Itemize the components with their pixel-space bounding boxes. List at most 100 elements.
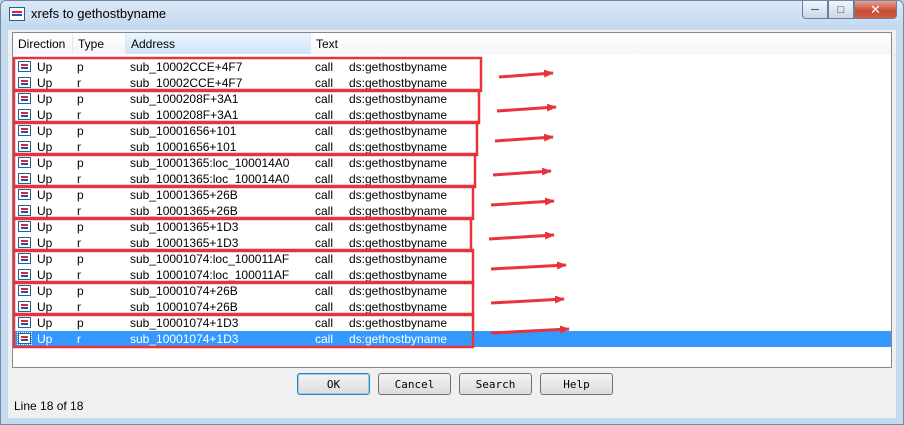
instruction-cell: call <box>315 124 334 138</box>
operand-cell: ds:gethostbyname <box>349 156 448 170</box>
table-row[interactable]: Up p sub_10001074+26B call ds:gethostbyname <box>13 283 891 299</box>
xref-row-icon <box>18 109 31 120</box>
xref-row-icon <box>18 157 31 168</box>
column-direction[interactable]: Direction <box>13 33 73 54</box>
operand-cell: ds:gethostbyname <box>349 76 448 90</box>
operand-cell: ds:gethostbyname <box>349 220 448 234</box>
minimize-button[interactable]: ─ <box>802 1 828 19</box>
xref-row-icon <box>18 301 31 312</box>
table-row[interactable]: Up p sub_10001656+101 call ds:gethostbyname <box>13 123 891 139</box>
operand-cell: ds:gethostbyname <box>349 300 448 314</box>
instruction-cell: call <box>315 268 334 282</box>
operand-cell: ds:gethostbyname <box>349 252 448 266</box>
direction-cell: Up <box>37 332 53 346</box>
table-row[interactable]: Up r sub_10001365+1D3 call ds:gethostbyname <box>13 235 891 251</box>
maximize-button[interactable]: □ <box>828 1 854 19</box>
instruction-cell: call <box>315 332 334 346</box>
address-cell: sub_10001074:loc_100011AF <box>130 268 290 282</box>
address-cell: sub_10001074:loc_100011AF <box>130 252 290 266</box>
type-cell: p <box>77 316 84 330</box>
dialog-body: Direction Type Address Text Up p sub_10002… <box>8 30 896 418</box>
xref-row-icon <box>18 77 31 88</box>
xref-row-icon <box>18 125 31 136</box>
direction-cell: Up <box>37 156 53 170</box>
direction-cell: Up <box>37 284 53 298</box>
xref-row-icon <box>18 173 31 184</box>
column-address[interactable]: Address <box>126 33 311 54</box>
table-row[interactable]: Up r sub_10001656+101 call ds:gethostbyname <box>13 139 891 155</box>
instruction-cell: call <box>315 76 334 90</box>
instruction-cell: call <box>315 172 334 186</box>
direction-cell: Up <box>37 140 53 154</box>
address-cell: sub_10001365+26B <box>130 188 238 202</box>
direction-cell: Up <box>37 252 53 266</box>
address-cell: sub_10001365+1D3 <box>130 236 239 250</box>
address-cell: sub_10001074+26B <box>130 300 238 314</box>
instruction-cell: call <box>315 204 334 218</box>
cancel-button[interactable]: Cancel <box>378 373 451 395</box>
search-button[interactable]: Search <box>459 373 532 395</box>
address-cell: sub_10001074+1D3 <box>130 332 239 346</box>
direction-cell: Up <box>37 236 53 250</box>
type-cell: r <box>77 172 81 186</box>
address-cell: sub_1000208F+3A1 <box>130 108 239 122</box>
table-row[interactable]: Up r sub_10001074+1D3 call ds:gethostbyname <box>13 331 891 347</box>
type-cell: p <box>77 188 84 202</box>
column-text[interactable]: Text <box>311 33 891 54</box>
operand-cell: ds:gethostbyname <box>349 124 448 138</box>
direction-cell: Up <box>37 76 53 90</box>
instruction-cell: call <box>315 108 334 122</box>
xref-rows: Up p sub_10002CCE+4F7 call ds:gethostbyname U… <box>13 59 891 347</box>
column-type[interactable]: Type <box>73 33 126 54</box>
address-cell: sub_10002CCE+4F7 <box>130 60 243 74</box>
address-cell: sub_10001365:loc_100014A0 <box>130 156 290 170</box>
table-row[interactable]: Up p sub_10002CCE+4F7 call ds:gethostbyname <box>13 59 891 75</box>
table-row[interactable]: Up p sub_10001074:loc_100011AF call ds:getho… <box>13 251 891 267</box>
direction-cell: Up <box>37 220 53 234</box>
table-row[interactable]: Up p sub_1000208F+3A1 call ds:gethostbyname <box>13 91 891 107</box>
xref-row-icon <box>18 141 31 152</box>
type-cell: r <box>77 140 81 154</box>
table-row[interactable]: Up p sub_10001365:loc_100014A0 call ds:getho… <box>13 155 891 171</box>
table-row[interactable]: Up p sub_10001365+26B call ds:gethostbyname <box>13 187 891 203</box>
help-button[interactable]: Help <box>540 373 613 395</box>
table-row[interactable]: Up r sub_10001074:loc_100011AF call ds:getho… <box>13 267 891 283</box>
address-cell: sub_10001365+1D3 <box>130 220 239 234</box>
table-row[interactable]: Up p sub_10001365+1D3 call ds:gethostbyname <box>13 219 891 235</box>
type-cell: r <box>77 204 81 218</box>
xrefs-window-icon <box>9 7 25 21</box>
type-cell: r <box>77 268 81 282</box>
address-cell: sub_10001365+26B <box>130 204 238 218</box>
xrefs-dialog: xrefs to gethostbyname ─ □ ✕ Direction T… <box>0 0 904 425</box>
table-row[interactable]: Up r sub_10001365+26B call ds:gethostbyname <box>13 203 891 219</box>
close-icon: ✕ <box>870 1 881 17</box>
minimize-icon: ─ <box>811 3 819 16</box>
type-cell: p <box>77 252 84 266</box>
operand-cell: ds:gethostbyname <box>349 92 448 106</box>
xref-list[interactable]: Direction Type Address Text Up p sub_10002… <box>12 32 892 368</box>
direction-cell: Up <box>37 60 53 74</box>
operand-cell: ds:gethostbyname <box>349 60 448 74</box>
xref-row-icon <box>18 317 31 328</box>
type-cell: p <box>77 156 84 170</box>
table-row[interactable]: Up r sub_1000208F+3A1 call ds:gethostbyname <box>13 107 891 123</box>
instruction-cell: call <box>315 316 334 330</box>
ok-button[interactable]: OK <box>297 373 370 395</box>
close-button[interactable]: ✕ <box>854 1 897 19</box>
instruction-cell: call <box>315 92 334 106</box>
table-row[interactable]: Up r sub_10002CCE+4F7 call ds:gethostbyname <box>13 75 891 91</box>
direction-cell: Up <box>37 124 53 138</box>
status-line: Line 18 of 18 <box>14 399 84 413</box>
instruction-cell: call <box>315 284 334 298</box>
title-bar[interactable]: xrefs to gethostbyname ─ □ ✕ <box>1 1 903 27</box>
window-controls: ─ □ ✕ <box>802 1 897 19</box>
address-cell: sub_10001656+101 <box>130 124 237 138</box>
direction-cell: Up <box>37 172 53 186</box>
instruction-cell: call <box>315 156 334 170</box>
operand-cell: ds:gethostbyname <box>349 236 448 250</box>
direction-cell: Up <box>37 300 53 314</box>
table-row[interactable]: Up r sub_10001365:loc_100014A0 call ds:getho… <box>13 171 891 187</box>
table-row[interactable]: Up r sub_10001074+26B call ds:gethostbyname <box>13 299 891 315</box>
table-row[interactable]: Up p sub_10001074+1D3 call ds:gethostbyname <box>13 315 891 331</box>
operand-cell: ds:gethostbyname <box>349 108 448 122</box>
